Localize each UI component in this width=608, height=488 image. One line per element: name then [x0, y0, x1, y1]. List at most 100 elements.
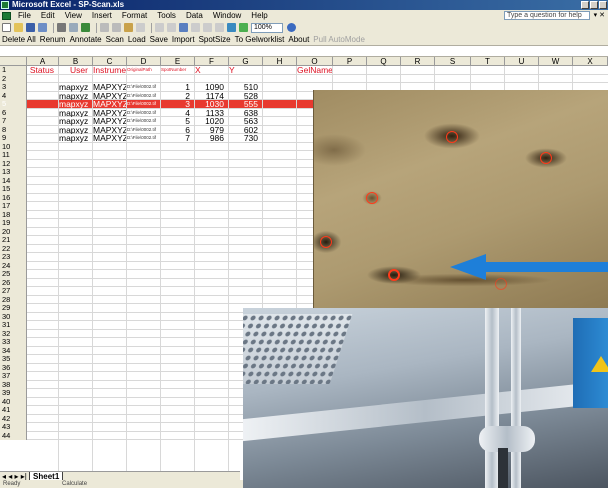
menu-window[interactable]: Window — [208, 10, 246, 21]
cell-spot-number[interactable]: 2 — [161, 92, 195, 101]
spot-marker[interactable] — [366, 192, 378, 204]
cell-x[interactable]: 1020 — [195, 117, 229, 126]
cell-user[interactable]: mapxyz — [59, 126, 93, 135]
column-header[interactable]: W — [539, 57, 573, 66]
cell-y[interactable]: 510 — [229, 83, 263, 92]
cell-status[interactable] — [27, 109, 59, 118]
about-button[interactable]: About — [288, 35, 313, 44]
cell-original-path[interactable]: D:\File\0002.tif — [127, 83, 161, 92]
save-icon[interactable] — [26, 23, 35, 32]
spot-marker[interactable] — [446, 131, 458, 143]
column-header[interactable]: C — [93, 57, 127, 66]
spot-marker-selected[interactable] — [388, 269, 400, 281]
cell-y[interactable]: 555 — [229, 100, 263, 109]
maximize-button[interactable] — [590, 1, 598, 9]
workbook-close-icon[interactable]: ▾ ✕ — [594, 11, 605, 19]
sort-ascending-icon[interactable] — [203, 23, 212, 32]
cell-x[interactable]: 1090 — [195, 83, 229, 92]
table-row[interactable]: 2 — [0, 74, 608, 83]
cell-y[interactable]: 563 — [229, 117, 263, 126]
column-header[interactable]: P — [333, 57, 367, 66]
cell-x[interactable]: 1174 — [195, 92, 229, 101]
cell-user[interactable]: mapxyz — [59, 100, 93, 109]
row-header[interactable]: 44 — [0, 431, 27, 440]
menu-tools[interactable]: Tools — [152, 10, 181, 21]
format-painter-icon[interactable] — [136, 23, 145, 32]
drawing-icon[interactable] — [239, 23, 248, 32]
column-header[interactable]: F — [195, 57, 229, 66]
header-status[interactable]: Status — [27, 66, 59, 75]
cell-user[interactable]: mapxyz — [59, 134, 93, 143]
cell-x[interactable]: 1030 — [195, 100, 229, 109]
menu-format[interactable]: Format — [117, 10, 152, 21]
column-header[interactable]: X — [573, 57, 608, 66]
cell-spot-number[interactable]: 6 — [161, 126, 195, 135]
cell-instrument[interactable]: MAPXYZ — [93, 92, 127, 101]
ask-question-input[interactable]: Type a question for help — [504, 11, 590, 20]
redo-icon[interactable] — [167, 23, 176, 32]
cell-status[interactable] — [27, 83, 59, 92]
header-spot-number[interactable]: SpotNumber — [161, 66, 195, 75]
delete-all-button[interactable]: Delete All — [2, 35, 40, 44]
column-header[interactable]: D — [127, 57, 161, 66]
menu-view[interactable]: View — [60, 10, 87, 21]
cell-original-path[interactable]: D:\File\0002.tif — [127, 92, 161, 101]
menu-file[interactable]: File — [13, 10, 36, 21]
cell-instrument[interactable]: MAPXYZ — [93, 100, 127, 109]
cell-y[interactable]: 730 — [229, 134, 263, 143]
cell-y[interactable]: 528 — [229, 92, 263, 101]
cell-status[interactable] — [27, 92, 59, 101]
cell-status[interactable] — [27, 134, 59, 143]
autosum-icon[interactable] — [191, 23, 200, 32]
cell-y[interactable]: 638 — [229, 109, 263, 118]
renum-button[interactable]: Renum — [40, 35, 70, 44]
print-preview-icon[interactable] — [69, 23, 78, 32]
spot-marker[interactable] — [320, 236, 332, 248]
cell-original-path[interactable]: D:\File\0002.tif — [127, 134, 161, 143]
cell-spot-number[interactable]: 5 — [161, 117, 195, 126]
menu-insert[interactable]: Insert — [87, 10, 117, 21]
cell-status[interactable] — [27, 100, 59, 109]
load-button[interactable]: Load — [128, 35, 150, 44]
undo-icon[interactable] — [155, 23, 164, 32]
header-original-path[interactable]: OriginalPath — [127, 66, 161, 75]
header-gel-name[interactable]: GelName — [297, 66, 333, 75]
cell-user[interactable]: mapxyz — [59, 109, 93, 118]
sort-descending-icon[interactable] — [215, 23, 224, 32]
spotsize-button[interactable]: SpotSize — [199, 35, 235, 44]
minimize-button[interactable] — [581, 1, 589, 9]
column-header[interactable]: B — [59, 57, 93, 66]
open-icon[interactable] — [14, 23, 23, 32]
copy-icon[interactable] — [112, 23, 121, 32]
cell-instrument[interactable]: MAPXYZ — [93, 117, 127, 126]
cell-x[interactable]: 1133 — [195, 109, 229, 118]
column-header[interactable]: E — [161, 57, 195, 66]
cell-spot-number[interactable]: 7 — [161, 134, 195, 143]
menu-data[interactable]: Data — [181, 10, 208, 21]
zoom-select[interactable]: 100% — [251, 22, 283, 33]
column-header[interactable]: U — [505, 57, 539, 66]
header-instrument[interactable]: Instrument — [93, 66, 127, 75]
pull-automode-button[interactable]: Pull AutoMode — [313, 35, 369, 44]
cell-original-path[interactable]: D:\File\0002.tif — [127, 100, 161, 109]
menu-edit[interactable]: Edit — [36, 10, 60, 21]
column-header[interactable]: A — [27, 57, 59, 66]
cell-instrument[interactable]: MAPXYZ — [93, 126, 127, 135]
spelling-icon[interactable] — [81, 23, 90, 32]
column-header[interactable]: O — [297, 57, 333, 66]
column-header[interactable]: R — [401, 57, 435, 66]
column-header[interactable]: G — [229, 57, 263, 66]
cell-original-path[interactable]: D:\File\0002.tif — [127, 109, 161, 118]
column-header[interactable]: H — [263, 57, 297, 66]
cell-original-path[interactable]: D:\File\0002.tif — [127, 126, 161, 135]
formula-bar[interactable] — [0, 47, 608, 57]
cell-x[interactable]: 986 — [195, 134, 229, 143]
cell-status[interactable] — [27, 126, 59, 135]
cell-spot-number[interactable]: 4 — [161, 109, 195, 118]
cell-status[interactable] — [27, 117, 59, 126]
cell-instrument[interactable]: MAPXYZ — [93, 83, 127, 92]
header-user[interactable]: User — [59, 66, 93, 75]
print-icon[interactable] — [57, 23, 66, 32]
menu-help[interactable]: Help — [246, 10, 272, 21]
permission-icon[interactable] — [38, 23, 47, 32]
